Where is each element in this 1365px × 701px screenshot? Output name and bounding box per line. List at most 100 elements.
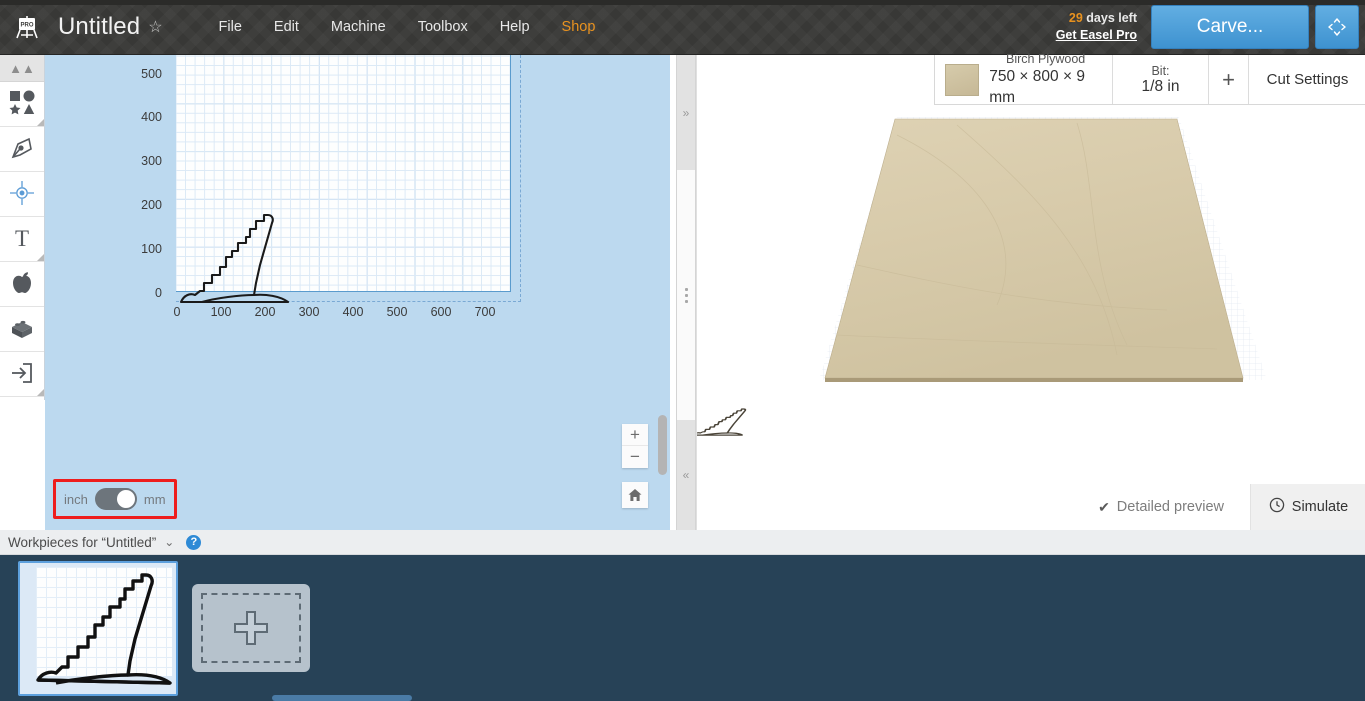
home-view-button[interactable] [622,482,648,508]
question-mark-icon[interactable]: ? [186,534,202,550]
bit-value: 1/8 in [1141,77,1180,95]
material-size: 750 × 800 × 9 mm [989,68,1085,106]
simulate-label: Simulate [1291,499,1349,515]
y-tick-200: 200 [141,198,162,212]
simulate-button[interactable]: Simulate [1250,484,1365,530]
get-easel-pro-link[interactable]: Get Easel Pro [1056,27,1137,44]
workpieces-strip [0,555,1365,701]
material-selector[interactable]: Birch Plywood 750 × 800 × 9 mm [935,52,1113,106]
x-tick-200: 200 [254,305,276,319]
menu-toolbox[interactable]: Toolbox [402,13,484,41]
workpiece-thumbnail-1[interactable] [18,560,178,696]
preview-panel: Birch Plywood 750 × 800 × 9 mm Bit: 1/8 … [696,52,1365,530]
unit-label-inch: inch [64,491,88,507]
header-right-group: 29 days left Get Easel Pro Carve... [1056,0,1365,54]
svg-text:PRO: PRO [20,23,33,29]
star-icon[interactable]: ☆ [148,17,162,37]
zoom-controls: + − [622,424,648,468]
shapes-icon [9,90,35,119]
3d-preview-stage[interactable] [697,105,1365,530]
canvas-vertical-scrollbar[interactable] [658,175,667,475]
y-axis: 500 400 300 200 100 0 [45,55,176,302]
chevron-double-left-icon[interactable]: « [676,420,696,530]
carve-button[interactable]: Carve... [1151,5,1309,49]
unit-toggle-switch[interactable] [94,488,137,510]
bit-label: Bit: [1151,63,1170,78]
board-edge [825,378,1243,382]
pen-nib-icon [9,135,35,164]
preview-carved-shape [697,408,747,436]
chevron-double-right-icon[interactable]: » [676,55,696,170]
add-workpiece-dashed-box [201,593,301,663]
3d-board-render [697,117,1267,436]
workpieces-horizontal-scrollbar[interactable] [272,695,412,701]
easel-app-window: PRO Untitled ☆ File Edit Machine Toolbox… [0,0,1365,701]
tool-import[interactable] [0,352,44,397]
workpieces-header: Workpieces for “Untitled” ⌄ ? [0,530,1365,555]
x-tick-600: 600 [430,305,452,319]
menu-edit[interactable]: Edit [258,13,315,41]
y-tick-300: 300 [141,154,162,168]
grip-dots-icon[interactable] [676,170,696,420]
trial-days-line: 29 days left [1056,10,1137,27]
add-workpiece-button[interactable] [192,584,310,672]
main-menu: File Edit Machine Toolbox Help Shop [203,13,612,41]
text-t-icon: T [9,225,35,254]
tool-overflow-corner [37,119,44,126]
menu-file[interactable]: File [203,13,258,41]
tool-shapes[interactable] [0,82,44,127]
unit-toggle-highlight: inch mm [53,479,177,519]
home-icon [628,489,642,501]
fullscreen-expand-icon[interactable] [1315,5,1359,49]
add-bit-button[interactable]: + [1209,55,1249,104]
tool-overflow-corner [37,254,44,261]
thumbnail-artwork [36,572,172,685]
chevron-double-up-icon[interactable]: ▲▲ [0,55,44,82]
menu-machine[interactable]: Machine [315,13,402,41]
zoom-in-button[interactable]: + [622,424,648,446]
tool-parts[interactable] [0,307,44,352]
tool-apps[interactable] [0,262,44,307]
canvas-artwork-shape[interactable] [176,55,316,305]
x-tick-500: 500 [386,305,408,319]
apple-icon [9,270,35,299]
preview-footer: ✔ Detailed preview Simulate [697,484,1365,530]
cut-settings-button[interactable]: Cut Settings [1249,55,1365,104]
easel-pro-logo-icon[interactable]: PRO [12,12,42,42]
material-bar: Birch Plywood 750 × 800 × 9 mm Bit: 1/8 … [934,52,1365,106]
tool-text[interactable]: T [0,217,44,262]
app-header: PRO Untitled ☆ File Edit Machine Toolbox… [0,0,1365,55]
tool-overflow-corner [37,389,44,396]
y-tick-0: 0 [155,286,162,300]
detailed-preview-toggle[interactable]: ✔ Detailed preview [1098,499,1224,516]
x-axis: 0 100 200 300 400 500 600 700 [45,302,545,326]
document-title[interactable]: Untitled [58,13,140,41]
y-tick-100: 100 [141,242,162,256]
zoom-out-button[interactable]: − [622,446,648,468]
svg-text:T: T [15,226,29,251]
x-tick-400: 400 [342,305,364,319]
y-tick-500: 500 [141,67,162,81]
trial-days-text: days left [1082,11,1137,26]
x-tick-300: 300 [298,305,320,319]
import-arrow-icon [9,360,35,389]
clock-icon [1269,497,1285,517]
plywood-board [824,118,1244,379]
design-canvas[interactable]: 500 400 300 200 100 0 0 100 200 300 400 … [45,55,670,530]
plus-icon [234,611,268,645]
tool-draw[interactable] [0,127,44,172]
chevron-double-down-icon[interactable]: ⌄ [164,535,174,549]
menu-help[interactable]: Help [484,13,546,41]
trial-days-count: 29 [1068,11,1083,26]
bit-selector[interactable]: Bit: 1/8 in [1113,55,1209,104]
lego-brick-icon [9,315,35,344]
left-toolbar: ▲▲ T [0,55,45,400]
material-name: Birch Plywood [1006,52,1086,67]
trial-status: 29 days left Get Easel Pro [1056,10,1137,44]
tool-center[interactable] [0,172,44,217]
check-icon: ✔ [1098,498,1110,515]
center-point-icon [9,180,35,209]
detailed-preview-label: Detailed preview [1116,499,1224,515]
menu-shop[interactable]: Shop [546,13,612,41]
y-tick-400: 400 [141,110,162,124]
